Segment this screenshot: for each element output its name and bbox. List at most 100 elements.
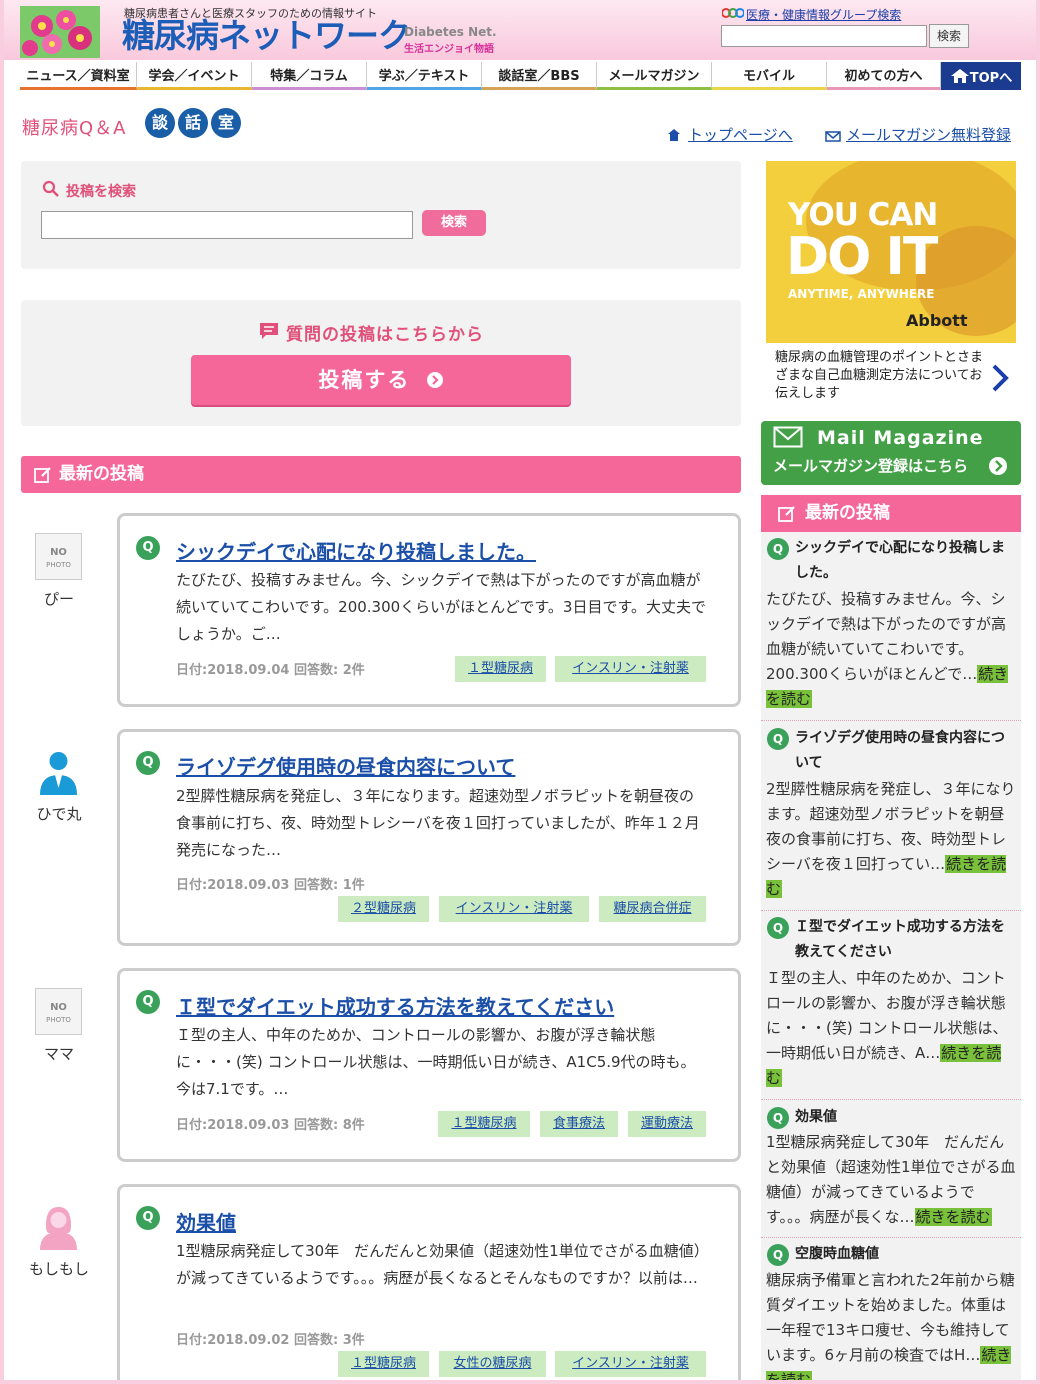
male-avatar-icon [40,752,77,795]
sidebar-post-excerpt: たびたび、投稿すみません。今、シックデイで熱は下がったのですが高血糖が続いていて… [766,587,1016,712]
ad-headline-3: ANYTIME, ANYWHERE [788,287,935,301]
no-photo-avatar: NO PHOTO [35,988,82,1035]
post-author: もしもし [28,1260,89,1278]
read-more-link[interactable]: 続きを読む [914,1208,992,1226]
post-tag-link[interactable]: 食事療法 [540,1111,618,1137]
sidebar-divider [761,1099,1021,1100]
nav-item-bbs[interactable]: 談話室／BBS [482,62,597,90]
top-page-link[interactable]: トップページへ [688,124,793,145]
post-question-button-label: 投稿する [318,368,411,392]
question-icon: Q [136,990,160,1014]
site-subtitle-en: Diabetes Net. [404,25,497,39]
group-search-link[interactable]: 医療・健康情報グループ検索 [746,6,901,23]
post-tag-link[interactable]: 糖尿病合併症 [599,896,706,922]
post-search-button[interactable]: 検索 [422,210,486,236]
latest-posts-heading: 最新の投稿 [21,456,741,493]
sidebar-post-excerpt: 2型膵性糖尿病を発症し、３年になります。超速効型ノボラピットを朝昼夜の食事前に打… [766,777,1016,902]
post-author: ママ [43,1045,74,1063]
group-search-icon [722,8,744,18]
post-tag-link[interactable]: １型糖尿病 [455,656,546,682]
post-excerpt: Ｉ型の主人、中年のためか、コントロールの影響か、お腹が浮き輪状態に・・・(笑) … [176,1026,696,1098]
post-excerpt: 1型糖尿病発症して30年 だんだんと効果値（超速効性1単位でさがる血糖値）が減っ… [176,1242,702,1287]
abbott-ad-banner[interactable]: YOU CAN DO IT ANYTIME, ANYWHERE Abbott 糖… [766,161,1016,411]
post-meta: 日付:2018.09.03 回答数: 8件 [176,1118,365,1133]
post-tag-link[interactable]: 女性の糖尿病 [439,1351,546,1377]
edit-icon [778,506,795,522]
sidebar-post-excerpt-text: 糖尿病予備軍と言われた2年前から糖質ダイエットを始めました。体重は一年程で13キ… [766,1271,1015,1364]
home-icon [950,69,969,83]
mail-magazine-sub: メールマガジン登録はこちら [773,457,969,475]
sidebar-post-title[interactable]: 空腹時血糖値 [795,1242,1015,1267]
nav-top-label: TOPへ [969,70,1013,86]
title-char-3: 室 [211,108,241,138]
post-search-input[interactable] [41,211,413,239]
post-tag-link[interactable]: インスリン・注射薬 [555,1351,706,1377]
svg-text:NO: NO [50,547,67,558]
sidebar-divider [761,910,1021,911]
post-title-link[interactable]: Ｉ型でダイエット成功する方法を教えてください [176,991,614,1020]
post-search-label: 投稿を検索 [66,184,136,200]
nav-item-events[interactable]: 学会／イベント [137,62,252,90]
nav-item-features[interactable]: 特集／コラム [252,62,367,90]
post-question-label: 質問の投稿はこちらから [286,325,484,345]
post-meta: 日付:2018.09.03 回答数: 1件 [176,878,365,893]
ad-text-panel: 糖尿病の血糖管理のポイントとさまざまな自己血糖測定方法についてお伝えします [766,343,1016,411]
header-search-input[interactable] [721,25,927,47]
mail-link-icon [825,131,841,142]
sidebar-post-title[interactable]: ライゾデグ使用時の昼食内容について [795,726,1015,776]
site-name[interactable]: 糖尿病ネットワーク [122,17,411,55]
header-search-button[interactable]: 検索 [929,24,969,48]
latest-posts-heading-label: 最新の投稿 [59,464,144,484]
mail-magazine-title: Mail Magazine [817,427,984,449]
post-title-link[interactable]: 効果値 [176,1207,236,1236]
nav-top-button[interactable]: TOPへ [941,62,1021,90]
post-excerpt: たびたび、投稿すみません。今、シックデイで熱は下がったのですが高血糖が続いていて… [176,571,706,643]
mail-magazine-banner[interactable]: Mail Magazine メールマガジン登録はこちら [761,421,1021,485]
sidebar-divider [761,720,1021,721]
post-tag-link[interactable]: １型糖尿病 [438,1111,530,1137]
question-icon: Q [767,1244,789,1266]
post-tag-link[interactable]: インスリン・注射薬 [555,656,706,682]
post-tag-link[interactable]: １型糖尿病 [338,1351,429,1377]
ad-headline-2: DO IT [786,227,938,287]
post-tag-link[interactable]: インスリン・注射薬 [439,896,589,922]
svg-text:NO: NO [50,1002,67,1013]
sidebar-post-excerpt: Ｉ型の主人、中年のためか、コントロールの影響か、お腹が浮き輪状態に・・・(笑) … [766,966,1016,1091]
envelope-icon [773,426,803,448]
flower-logo-icon[interactable] [20,6,100,58]
svg-text:PHOTO: PHOTO [46,561,71,569]
sidebar-post-title[interactable]: シックデイで心配になり投稿しました。 [795,536,1015,586]
edit-icon [34,467,51,483]
question-icon: Q [767,917,789,939]
sidebar-post-title[interactable]: Ｉ型でダイエット成功する方法を教えてください [795,915,1015,965]
sidebar-post-excerpt: 糖尿病予備軍と言われた2年前から糖質ダイエットを始めました。体重は一年程で13キ… [766,1268,1016,1380]
arrow-circle-icon [989,457,1007,475]
chevron-right-icon [992,364,1009,392]
sidebar-post-excerpt: 1型糖尿病発症して30年 だんだんと効果値（超速効性1単位でさがる血糖値）が減っ… [766,1130,1016,1230]
post-tag-link[interactable]: 運動療法 [628,1111,706,1137]
post-question-button[interactable]: 投稿する [191,355,571,405]
question-icon: Q [136,536,160,560]
post-meta: 日付:2018.09.02 回答数: 3件 [176,1333,365,1348]
nav-item-mail[interactable]: メールマガジン [597,62,712,90]
question-icon: Q [136,1206,160,1230]
nav-item-beginners[interactable]: 初めての方へ [827,62,941,90]
post-title-link[interactable]: ライゾデグ使用時の昼食内容について [176,751,515,780]
ad-brand: Abbott [906,311,968,330]
question-icon: Q [767,728,789,750]
female-avatar-icon [40,1207,77,1250]
nav-item-learn[interactable]: 学ぶ／テキスト [367,62,482,90]
page-title: 糖尿病Q＆A [22,118,127,139]
post-author: ぴー [43,590,74,608]
sidebar-post-title[interactable]: 効果値 [795,1105,1015,1130]
sidebar-divider [761,1237,1021,1238]
title-char-1: 談 [145,108,175,138]
post-author: ひで丸 [36,805,82,823]
arrow-circle-icon [426,372,443,388]
speech-bubble-icon [260,323,278,339]
mail-magazine-link[interactable]: メールマガジン無料登録 [846,124,1011,145]
nav-item-news[interactable]: ニュース／資料室 [20,62,137,90]
nav-item-mobile[interactable]: モバイル [712,62,827,90]
post-title-link[interactable]: シックデイで心配になり投稿しました。 [176,536,536,565]
post-tag-link[interactable]: ２型糖尿病 [338,896,429,922]
